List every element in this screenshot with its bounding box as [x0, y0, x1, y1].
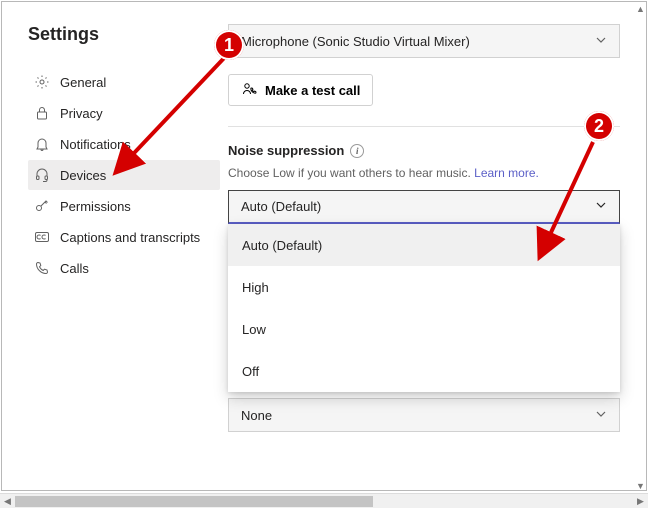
noise-suppression-heading: Noise suppression — [228, 143, 344, 158]
sidebar-item-captions[interactable]: Captions and transcripts — [28, 222, 220, 252]
scroll-thumb[interactable] — [15, 496, 373, 507]
sidebar-item-permissions[interactable]: Permissions — [28, 191, 220, 221]
dropdown-option-low[interactable]: Low — [228, 308, 620, 350]
noise-suppression-select-value: Auto (Default) — [241, 199, 321, 214]
callout-badge-1: 1 — [214, 30, 244, 60]
headset-icon — [34, 167, 50, 183]
make-test-call-button[interactable]: Make a test call — [228, 74, 373, 106]
horizontal-scrollbar[interactable]: ◀ ▶ — [0, 493, 648, 508]
sidebar-item-label: Permissions — [60, 199, 131, 214]
sidebar-item-label: Calls — [60, 261, 89, 276]
key-icon — [34, 198, 50, 214]
section-divider — [228, 126, 620, 127]
vertical-scrollbar[interactable]: ▲ ▼ — [633, 1, 648, 493]
callout-arrow-1 — [100, 50, 240, 180]
dropdown-option-high[interactable]: High — [228, 266, 620, 308]
callout-badge-2: 2 — [584, 111, 614, 141]
scroll-right-button[interactable]: ▶ — [633, 494, 648, 509]
microphone-select-value: Microphone (Sonic Studio Virtual Mixer) — [241, 34, 470, 49]
make-test-call-label: Make a test call — [265, 83, 360, 98]
callout-arrow-2 — [527, 136, 617, 266]
secondary-select[interactable]: None — [228, 398, 620, 432]
sidebar-item-label: Privacy — [60, 106, 103, 121]
bell-icon — [34, 136, 50, 152]
secondary-select-value: None — [241, 408, 272, 423]
microphone-select[interactable]: Microphone (Sonic Studio Virtual Mixer) — [228, 24, 620, 58]
sidebar-item-label: Captions and transcripts — [60, 230, 200, 245]
scroll-down-button[interactable]: ▼ — [633, 478, 648, 493]
sidebar-item-calls[interactable]: Calls — [28, 253, 220, 283]
settings-window: Settings General Privacy Notifications — [1, 1, 647, 491]
scroll-left-button[interactable]: ◀ — [0, 494, 15, 509]
scroll-up-button[interactable]: ▲ — [633, 1, 648, 16]
settings-title: Settings — [28, 24, 220, 45]
scroll-track[interactable] — [15, 494, 633, 509]
gear-icon — [34, 74, 50, 90]
person-call-icon — [241, 81, 257, 100]
chevron-down-icon — [595, 408, 607, 423]
lock-icon — [34, 105, 50, 121]
info-icon[interactable]: i — [350, 144, 364, 158]
dropdown-option-off[interactable]: Off — [228, 350, 620, 392]
chevron-down-icon — [595, 34, 607, 49]
cc-icon — [34, 229, 50, 245]
phone-icon — [34, 260, 50, 276]
